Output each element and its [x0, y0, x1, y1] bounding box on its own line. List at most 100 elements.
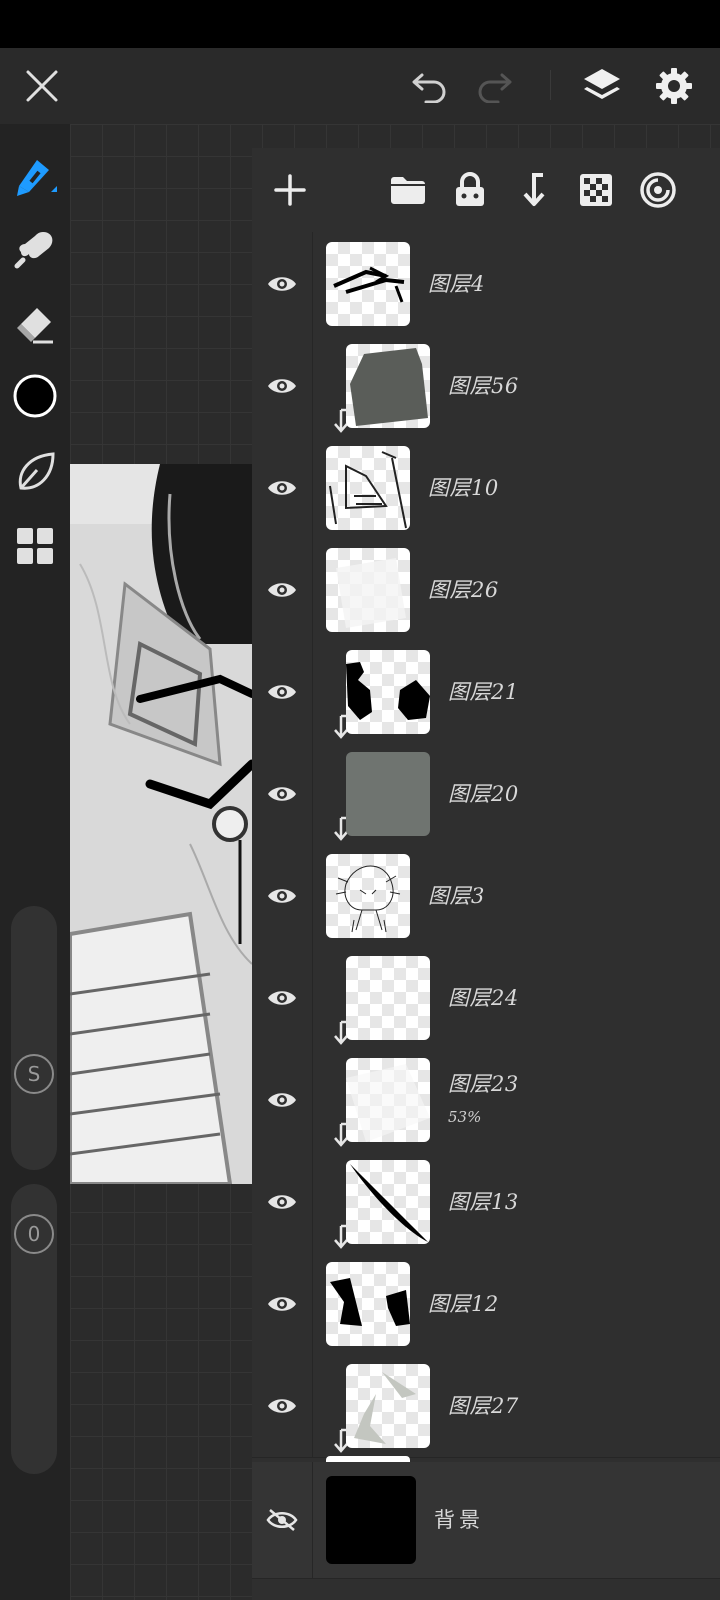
layer-row[interactable]: 图层56	[252, 334, 720, 438]
visibility-toggle[interactable]	[252, 742, 313, 845]
layer-row[interactable]: 图层3	[252, 844, 720, 948]
lock-layer-button[interactable]	[442, 160, 498, 220]
close-icon	[26, 70, 58, 102]
layer-name: 图层56	[448, 374, 519, 398]
visibility-toggle[interactable]	[252, 232, 313, 335]
blend-mode-icon	[640, 172, 676, 208]
brush-icon	[17, 160, 57, 196]
layer-thumbnail	[326, 446, 410, 530]
layer-name: 图层26	[428, 578, 499, 602]
topbar-divider	[550, 70, 551, 100]
visibility-toggle[interactable]	[252, 1048, 313, 1151]
eye-icon	[268, 1398, 296, 1413]
brush-tool[interactable]	[0, 144, 70, 208]
merge-down-button[interactable]	[506, 160, 562, 220]
eye-icon	[268, 1092, 296, 1107]
eye-icon	[268, 276, 296, 291]
add-layer-button[interactable]	[262, 160, 318, 220]
layer-thumbnail	[346, 956, 430, 1040]
layer-row[interactable]: 图层12	[252, 1252, 720, 1356]
layer-row[interactable]: 图层4	[252, 232, 720, 336]
smudge-icon	[14, 232, 53, 269]
layer-thumbnail	[346, 344, 430, 428]
size-label: S	[27, 1062, 41, 1086]
layer-name: 图层4	[428, 272, 485, 296]
layer-thumbnail	[346, 1058, 430, 1142]
visibility-toggle[interactable]	[252, 1252, 313, 1355]
layer-thumbnail	[326, 1262, 410, 1346]
layer-name: 图层13	[448, 1190, 519, 1214]
visibility-toggle[interactable]	[252, 1462, 313, 1578]
left-toolbar: S 0	[0, 124, 70, 1600]
brush-opacity-slider[interactable]: 0	[11, 1184, 57, 1474]
layer-name: 图层3	[428, 884, 485, 908]
layer-row[interactable]: 图层10	[252, 436, 720, 540]
opacity-label: 0	[27, 1222, 41, 1246]
layer-opacity: 53%	[448, 1108, 482, 1126]
color-picker-button[interactable]	[0, 364, 70, 428]
artwork-preview[interactable]	[70, 464, 252, 1184]
gallery-tool[interactable]	[0, 514, 70, 578]
visibility-toggle[interactable]	[252, 1150, 313, 1253]
eraser-tool[interactable]	[0, 292, 70, 356]
layer-name: 图层23	[448, 1072, 519, 1096]
top-bar	[0, 48, 720, 124]
folder-icon	[391, 177, 425, 204]
status-bar	[0, 0, 720, 48]
layer-name: 背景	[434, 1508, 484, 1532]
lock-icon	[456, 172, 484, 206]
layers-toolbar	[252, 148, 720, 233]
layer-thumbnail	[326, 548, 410, 632]
eye-icon	[268, 786, 296, 801]
brush-size-knob[interactable]: S	[14, 1054, 54, 1094]
layer-row[interactable]: 图层20	[252, 742, 720, 846]
layer-row[interactable]: 图层26	[252, 538, 720, 642]
brush-opacity-knob[interactable]: 0	[14, 1214, 54, 1254]
layer-row[interactable]: 图层13	[252, 1150, 720, 1254]
color-swatch	[13, 374, 57, 418]
layer-thumbnail	[326, 242, 410, 326]
visibility-toggle[interactable]	[252, 1354, 313, 1457]
add-layer-icon	[274, 174, 306, 206]
layer-name: 图层12	[428, 1292, 499, 1316]
settings-icon	[656, 68, 692, 104]
visibility-toggle[interactable]	[252, 640, 313, 743]
layer-row[interactable]: 图层27	[252, 1354, 720, 1458]
eye-icon	[268, 378, 296, 393]
undo-icon	[412, 73, 446, 103]
visibility-toggle[interactable]	[252, 844, 313, 947]
layer-row[interactable]: 图层23 53%	[252, 1048, 720, 1152]
selection-tool[interactable]	[0, 440, 70, 504]
merge-down-icon	[523, 173, 545, 206]
gallery-icon	[17, 528, 53, 564]
eye-hidden-icon	[266, 1509, 298, 1531]
visibility-toggle[interactable]	[252, 436, 313, 539]
background-layer-row[interactable]: 背景	[252, 1462, 720, 1579]
redo-button[interactable]	[462, 48, 526, 124]
smudge-tool[interactable]	[0, 216, 70, 280]
visibility-toggle[interactable]	[252, 334, 313, 437]
blend-mode-button[interactable]	[630, 160, 686, 220]
undo-button[interactable]	[398, 48, 462, 124]
brush-size-slider[interactable]: S	[11, 906, 57, 1170]
settings-button[interactable]	[642, 48, 706, 124]
layer-thumbnail	[326, 1476, 416, 1564]
layer-row[interactable]: 图层24	[252, 946, 720, 1050]
visibility-toggle[interactable]	[252, 946, 313, 1049]
eye-icon	[268, 480, 296, 495]
layer-thumbnail	[346, 650, 430, 734]
layer-name: 图层20	[448, 782, 519, 806]
transparency-lock-button[interactable]	[568, 160, 624, 220]
layer-name: 图层24	[448, 986, 519, 1010]
layer-name: 图层21	[448, 680, 519, 704]
layer-row[interactable]: 图层21	[252, 640, 720, 744]
layer-thumbnail	[326, 854, 410, 938]
eye-icon	[268, 1194, 296, 1209]
visibility-toggle[interactable]	[252, 538, 313, 641]
eye-icon	[268, 684, 296, 699]
layers-icon	[584, 69, 620, 99]
layer-name: 图层10	[428, 476, 499, 500]
layers-button[interactable]	[570, 48, 634, 124]
new-folder-button[interactable]	[380, 160, 436, 220]
close-button[interactable]	[10, 48, 74, 124]
